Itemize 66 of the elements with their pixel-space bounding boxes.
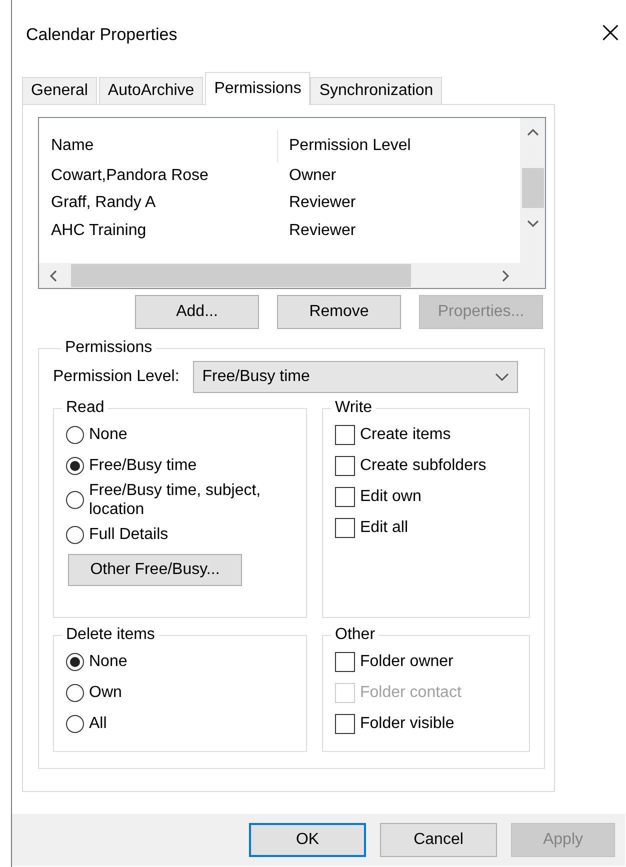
scroll-thumb[interactable] <box>71 264 411 287</box>
radio-option[interactable]: None <box>66 646 306 677</box>
tab[interactable]: Permissions <box>205 72 310 105</box>
chevron-down-icon <box>495 372 510 382</box>
scroll-thumb[interactable] <box>522 168 544 208</box>
group-title: Other <box>334 626 376 644</box>
radio-button[interactable] <box>66 684 84 702</box>
radio-label: Free/Busy time <box>89 456 197 476</box>
radio-button[interactable] <box>66 491 84 510</box>
table-cell-text: AHC Training <box>51 222 148 240</box>
radio-button[interactable] <box>66 652 84 670</box>
checkbox-label: Create subfolders <box>360 456 486 476</box>
radio-label: All <box>89 714 107 734</box>
tab[interactable]: General <box>22 77 97 105</box>
radio-label: None <box>89 424 128 444</box>
other-free-busy-button[interactable]: Other Free/Busy... <box>68 554 242 586</box>
table-cell-text: Cowart,Pandora Rose <box>51 166 210 185</box>
radio-button[interactable] <box>66 426 84 444</box>
group-title: Delete items <box>65 626 156 644</box>
radio-button[interactable] <box>66 526 84 544</box>
list-button[interactable]: Add... <box>135 295 259 329</box>
permission-level-dropdown[interactable]: Free/Busy time <box>193 361 518 393</box>
horizontal-scrollbar[interactable] <box>39 263 520 288</box>
checkbox-label: Edit all <box>360 518 408 538</box>
table-cell-text: Owner <box>288 166 338 185</box>
checkbox-label: Edit own <box>360 486 422 506</box>
table-cell-text: Reviewer <box>288 222 357 240</box>
checkbox-label: Folder contact <box>360 682 462 702</box>
field-label: Permission Level: <box>53 368 180 386</box>
radio-button[interactable] <box>66 456 84 474</box>
tab[interactable]: Synchronization <box>310 77 442 105</box>
checkbox[interactable] <box>335 456 355 476</box>
group-title: Write <box>334 399 374 417</box>
radio-label: None <box>89 652 128 672</box>
radio-button[interactable] <box>66 714 84 732</box>
radio-label: Free/Busy time, subject, location <box>89 481 262 520</box>
radio-label: Full Details <box>89 525 168 544</box>
window-title: Calendar Properties <box>26 25 178 45</box>
dialog-button[interactable]: OK <box>249 823 366 857</box>
list-button[interactable]: Remove <box>277 295 401 329</box>
group-title: Permissions <box>64 339 154 357</box>
checkbox-label: Folder owner <box>360 652 454 672</box>
table-cell-text: Reviewer <box>288 194 357 212</box>
checkbox[interactable] <box>335 486 355 506</box>
checkbox[interactable] <box>335 714 355 734</box>
radio-option[interactable]: Free/Busy time <box>66 450 306 481</box>
checkbox-label: Folder visible <box>360 714 454 734</box>
radio-label: Own <box>89 682 122 702</box>
radio-option[interactable]: Full Details <box>66 519 306 550</box>
checkbox[interactable] <box>335 518 355 538</box>
vertical-scrollbar[interactable] <box>520 118 545 263</box>
checkbox-label: Create items <box>360 424 451 444</box>
column-header[interactable]: Permission Level <box>277 130 517 162</box>
radio-option[interactable]: None <box>66 419 306 450</box>
group-title: Read <box>65 399 106 417</box>
tab[interactable]: AutoArchive <box>98 77 204 105</box>
permissions-list[interactable]: Name Permission Level Cowart,Pandora Rose Owner Graff, Randy A Reviewer AHC Training Reviewer <box>38 117 546 289</box>
radio-option[interactable]: All <box>66 708 306 739</box>
checkbox[interactable] <box>335 652 355 672</box>
column-header[interactable]: Name <box>51 137 277 155</box>
dialog-button[interactable]: Cancel <box>380 823 497 857</box>
radio-option[interactable]: Free/Busy time, subject, location <box>66 481 306 520</box>
radio-option[interactable]: Own <box>66 677 306 708</box>
table-cell-text: Graff, Randy A <box>51 194 157 212</box>
close-button[interactable]: × <box>598 18 623 48</box>
checkbox[interactable] <box>335 424 355 444</box>
